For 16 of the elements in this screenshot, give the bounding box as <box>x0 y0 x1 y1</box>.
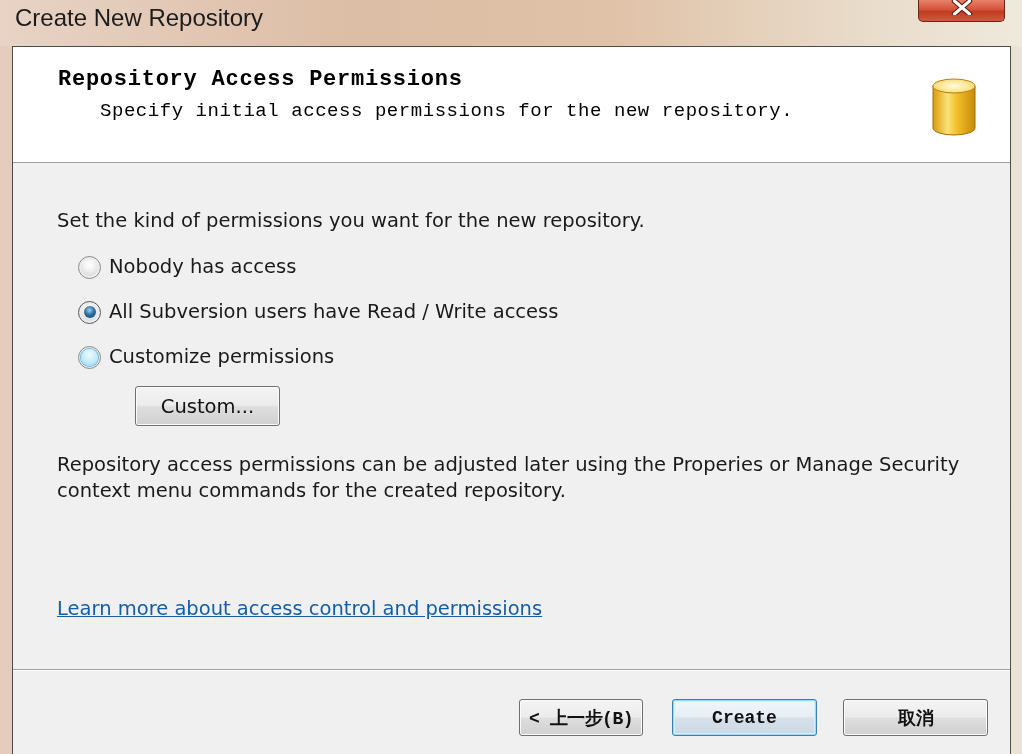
dialog-button[interactable]: Create <box>672 699 817 736</box>
cylinder-icon <box>932 78 976 136</box>
custom-button[interactable]: Custom... <box>135 386 280 426</box>
radio-label[interactable]: Nobody has access <box>109 254 297 280</box>
page-title: Repository Access Permissions <box>58 66 464 94</box>
prompt-text: Set the kind of permissions you want for the new repository. <box>57 208 645 234</box>
window-title: Create New Repository <box>15 4 264 32</box>
radio-label[interactable]: All Subversion users have Read / Write access <box>109 299 559 325</box>
dialog-button[interactable]: 取消 <box>843 699 988 736</box>
radio-label[interactable]: Customize permissions <box>109 344 335 370</box>
note-text: Repository access permissions can be adjusted later using the Properies or Manage Security context menu commands for the created repository. <box>57 452 961 504</box>
dialog-button[interactable]: < 上一步(B) <box>519 699 643 736</box>
close-icon <box>950 0 973 15</box>
page-subtitle: Specify initial access permissions for the new repository. <box>100 99 794 124</box>
help-link[interactable]: Learn more about access control and permissions <box>57 597 543 620</box>
close-button[interactable] <box>918 0 1005 22</box>
